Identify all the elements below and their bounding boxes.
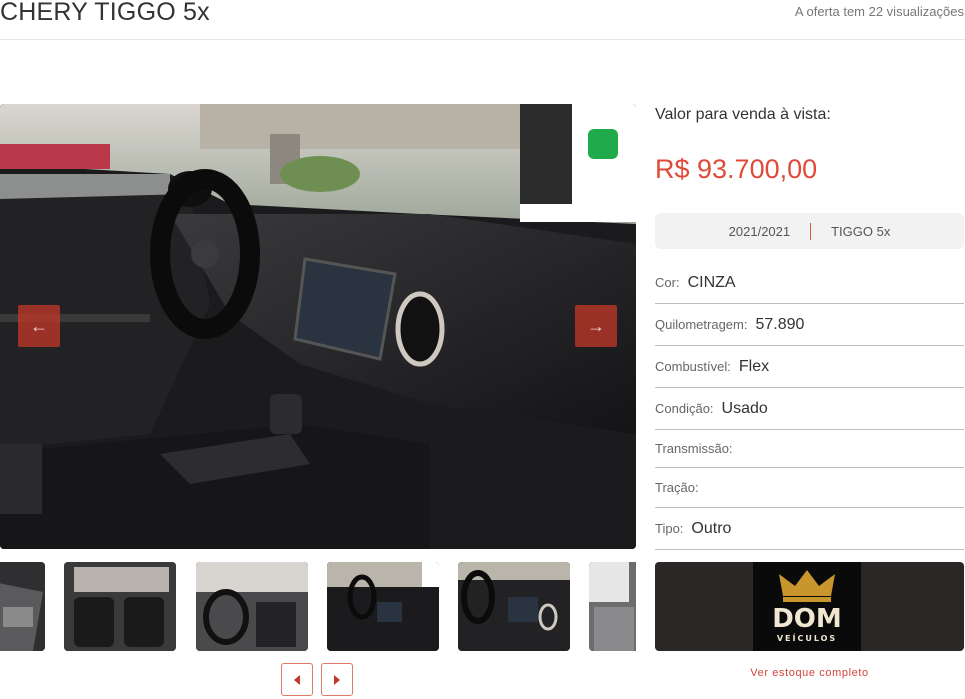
spec-row-mileage: Quilometragem: 57.890 [655,304,964,346]
header-divider [0,39,965,40]
thumbnail-3[interactable] [196,562,308,651]
tag-separator [810,222,812,240]
thumbnail-5[interactable] [458,562,570,651]
spec-value: CINZA [687,273,736,291]
price-value: R$ 93.700,00 [655,154,818,184]
spec-label: Quilometragem: [655,317,748,332]
price-label: Valor para venda à vista: [655,106,831,123]
spec-value: Outro [691,519,732,537]
spec-row-condition: Condição: Usado [655,388,964,430]
page-title: CHERY TIGGO 5x [0,0,210,26]
stock-link[interactable]: Ver estoque completo [655,667,964,679]
arrow-left-icon: ← [30,315,48,336]
spec-value: Flex [738,357,770,375]
logo-subtitle: VEÍCULOS [776,634,838,643]
logo-wordmark: DOM [772,604,842,634]
thumbnail-strip [0,562,636,651]
gallery-next-button[interactable]: → [575,305,617,347]
spec-label: Tipo: [655,521,684,536]
spec-row-transmission: Transmissão: [655,430,964,468]
spec-value: Usado [721,399,768,417]
spec-label: Combustível: [655,359,731,374]
thumbnail-6[interactable] [589,562,636,651]
spec-label: Cor: [655,275,680,290]
dealer-banner[interactable]: DOM VEÍCULOS [655,562,964,651]
spec-row-traction: Tração: [655,468,964,508]
spec-label: Tração: [655,480,699,495]
spec-label: Transmissão: [655,441,733,456]
tags-bar: 2021/2021 TIGGO 5x [655,213,964,249]
tag-year: 2021/2021 [728,223,791,239]
arrow-right-icon: → [587,315,605,336]
thumbnail-next-button[interactable] [321,663,353,696]
spec-row-fuel: Combustível: Flex [655,346,964,388]
spec-row-type: Tipo: Outro [655,508,964,550]
gallery-prev-button[interactable]: ← [18,305,60,347]
spec-value: 57.890 [755,315,805,333]
main-photo[interactable] [0,104,636,549]
thumbnail-prev-button[interactable] [281,663,313,696]
thumbnail-4[interactable] [327,562,439,651]
tag-model: TIGGO 5x [831,223,891,239]
spec-label: Condição: [655,401,714,416]
thumbnail-2[interactable] [64,562,176,651]
thumbnail-1[interactable] [0,562,45,651]
crown-icon [779,570,835,596]
spec-row-color: Cor: CINZA [655,262,964,304]
caret-right-icon [334,674,340,685]
caret-left-icon [294,674,300,685]
views-counter: A oferta tem 22 visualizações [794,4,964,19]
dealer-logo: DOM VEÍCULOS [753,562,861,651]
